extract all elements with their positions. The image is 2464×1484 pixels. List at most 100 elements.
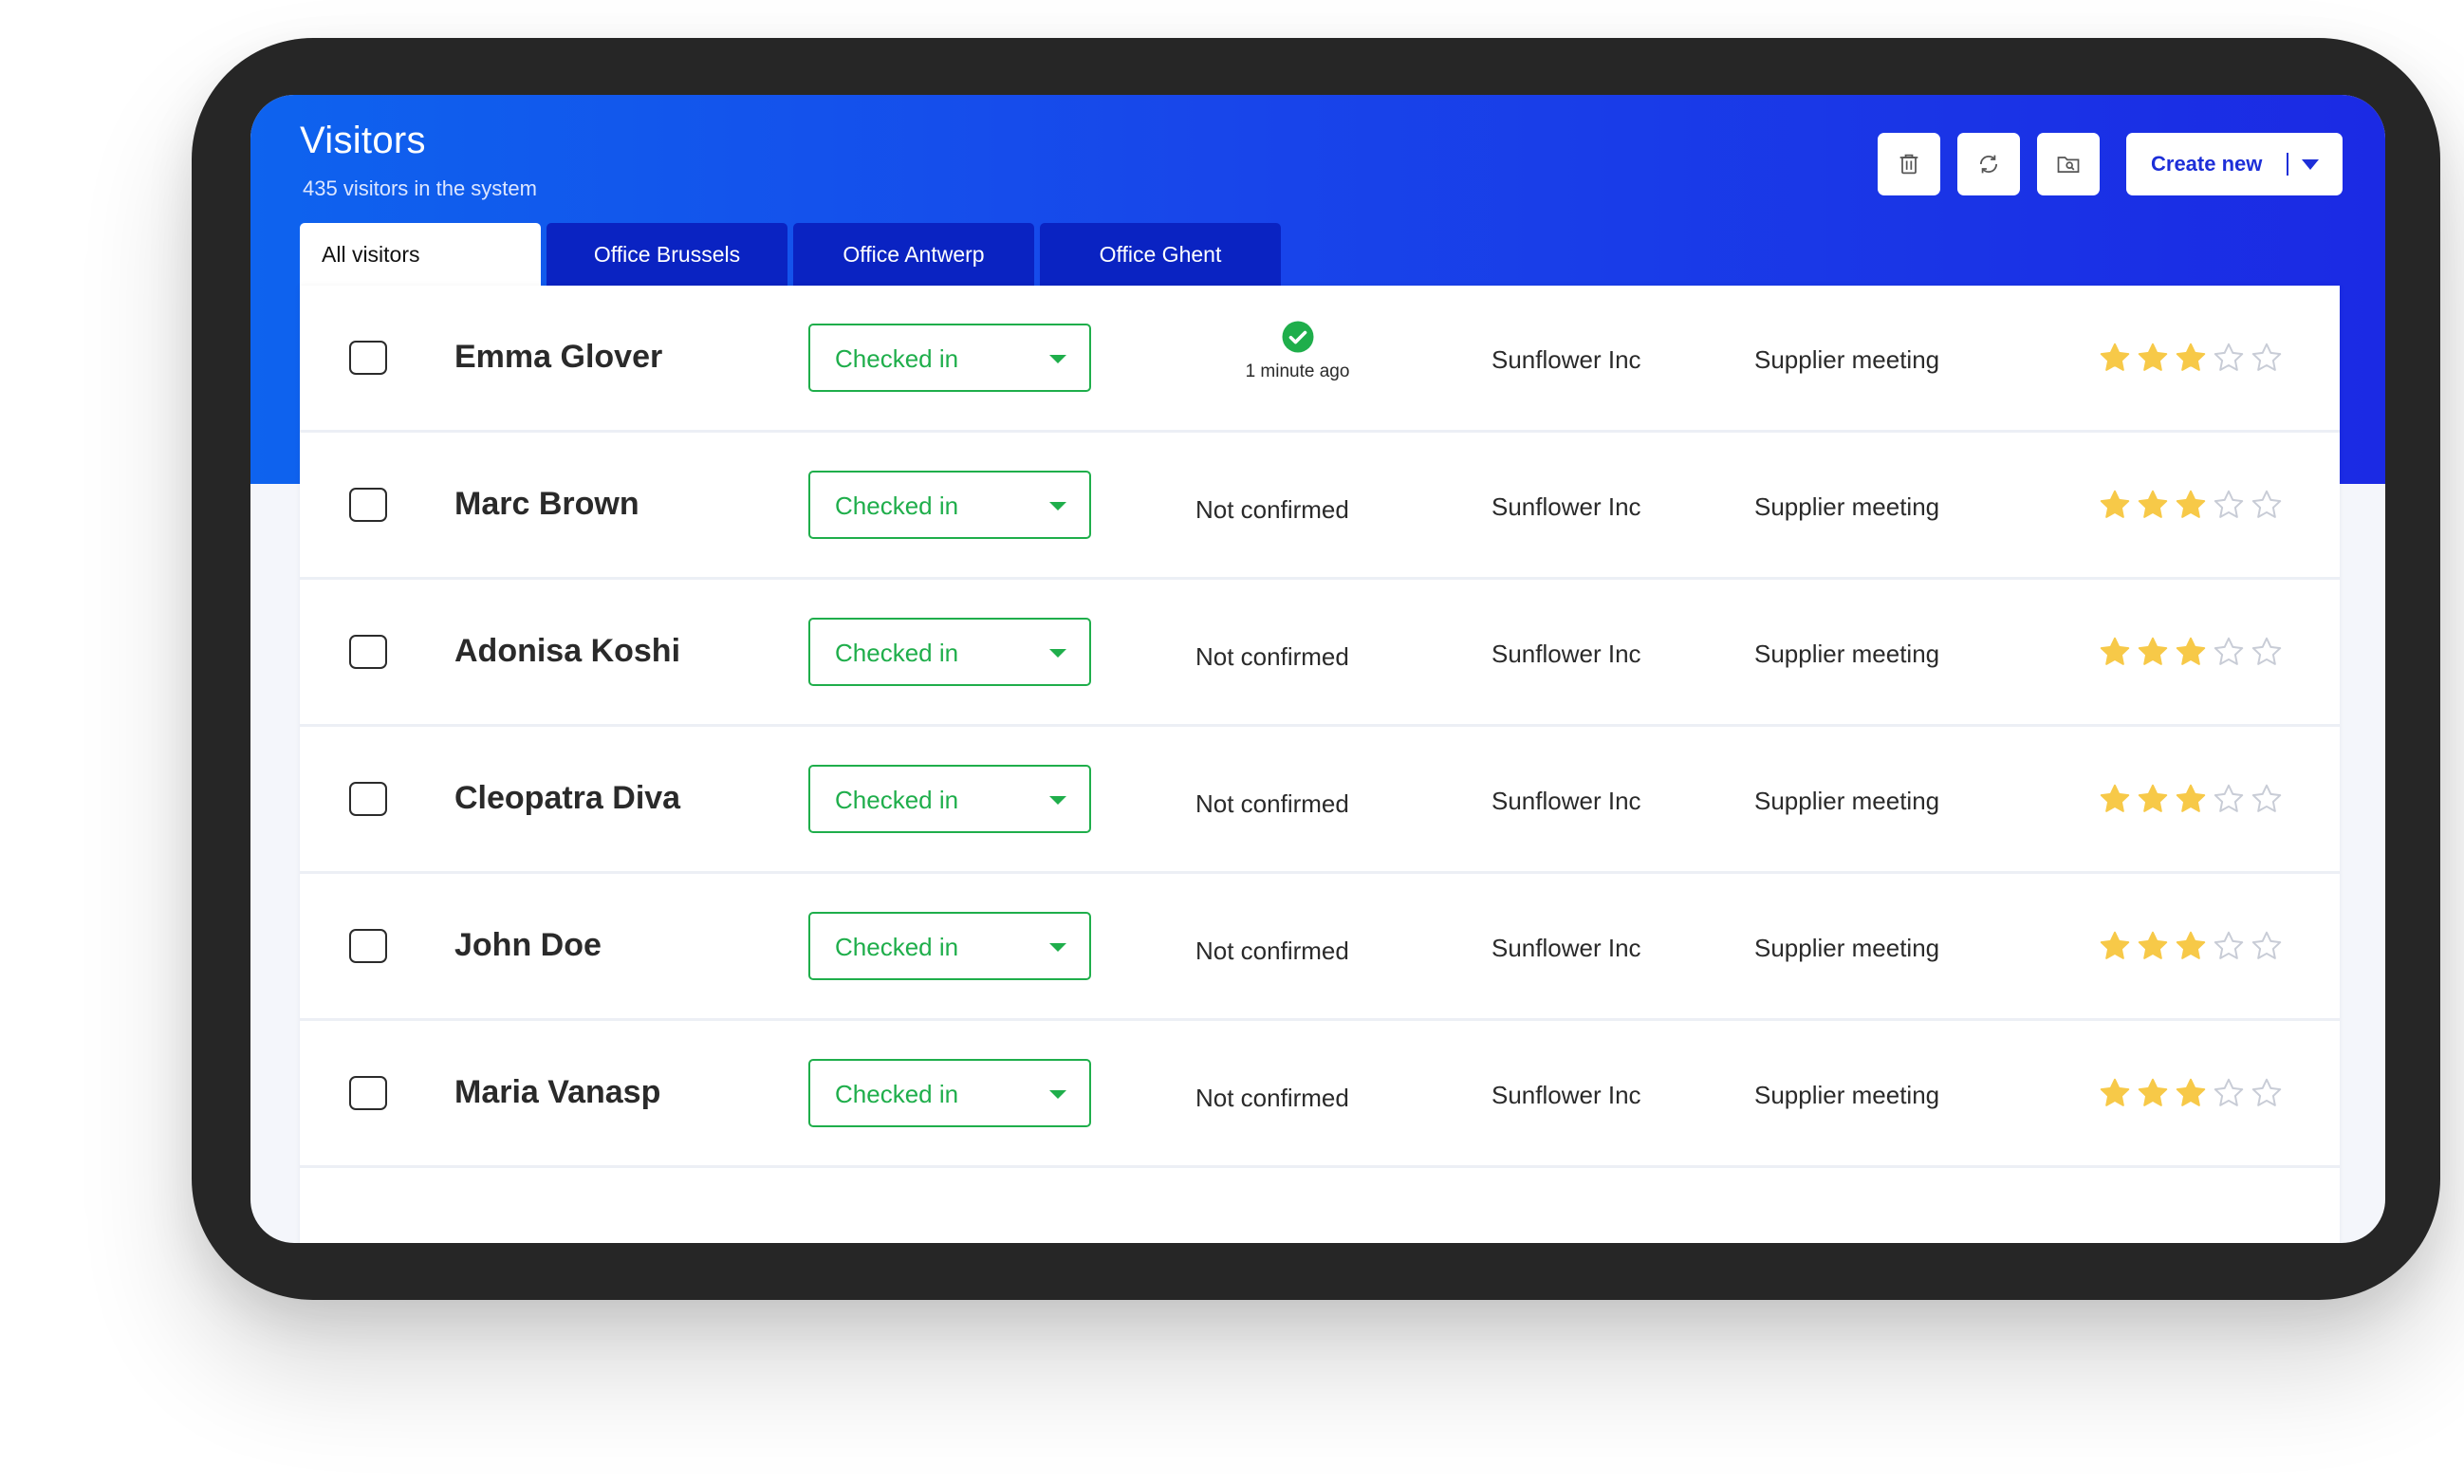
rating-stars[interactable] [2098,635,2288,669]
table-row[interactable]: Adonisa Koshi Checked in Not confirmed Sunf… [300,580,2340,727]
star-filled-icon[interactable] [2174,488,2208,522]
star-empty-icon[interactable] [2212,488,2246,522]
refresh-icon [1979,155,1998,174]
star-empty-icon[interactable] [2212,635,2246,669]
visit-purpose: Supplier meeting [1754,492,1940,521]
visitor-name: Marc Brown [454,486,639,522]
delete-button[interactable] [1878,133,1940,195]
status-dropdown[interactable]: Checked in [808,324,1091,392]
status-dropdown[interactable]: Checked in [808,471,1091,539]
tab-office-ghent[interactable]: Office Ghent [1040,223,1281,286]
refresh-button[interactable] [1957,133,2020,195]
star-filled-icon[interactable] [2136,1076,2170,1110]
star-filled-icon[interactable] [2136,782,2170,816]
star-empty-icon[interactable] [2212,1076,2246,1110]
confirmation-status: Not confirmed [1195,937,1349,965]
chevron-down-icon [1049,502,1066,510]
rating-stars[interactable] [2098,488,2288,522]
status-dropdown[interactable]: Checked in [808,618,1091,686]
rating-stars[interactable] [2098,341,2288,375]
table-row[interactable]: Marc Brown Checked in Not confirmed Sunflow… [300,433,2340,580]
visitor-table: Emma Glover Checked in 1 minute ago Sunflow… [300,286,2340,1243]
star-empty-icon[interactable] [2250,929,2284,963]
star-empty-icon[interactable] [2250,1076,2284,1110]
company-name: Sunflower Inc [1491,492,1641,521]
visit-purpose: Supplier meeting [1754,640,1940,668]
stage: Visitors 435 visitors in the system Crea… [0,0,2464,1484]
chevron-down-icon [1049,796,1066,805]
chevron-down-icon [1049,649,1066,658]
table-row[interactable]: Cleopatra Diva Checked in Not confirmed Sun… [300,727,2340,874]
folder-button[interactable] [2037,133,2100,195]
company-name: Sunflower Inc [1491,640,1641,668]
row-checkbox[interactable] [349,1076,387,1110]
star-filled-icon[interactable] [2098,782,2132,816]
star-empty-icon[interactable] [2250,635,2284,669]
star-filled-icon[interactable] [2174,341,2208,375]
star-empty-icon[interactable] [2212,782,2246,816]
visitor-name: Adonisa Koshi [454,633,681,669]
company-name: Sunflower Inc [1491,787,1641,815]
star-filled-icon[interactable] [2174,929,2208,963]
status-label: Checked in [835,933,959,961]
create-new-label: Create new [2151,152,2263,176]
star-empty-icon[interactable] [2212,929,2246,963]
status-label: Checked in [835,344,959,373]
star-filled-icon[interactable] [2136,488,2170,522]
star-filled-icon[interactable] [2098,1076,2132,1110]
confirmation-status: Not confirmed [1195,642,1349,671]
row-checkbox[interactable] [349,782,387,816]
tab-office-brussels[interactable]: Office Brussels [547,223,787,286]
rating-stars[interactable] [2098,929,2288,963]
star-filled-icon[interactable] [2098,635,2132,669]
star-empty-icon[interactable] [2212,341,2246,375]
chevron-down-icon [1049,943,1066,952]
visit-purpose: Supplier meeting [1754,345,1940,374]
check-circle-icon [1282,321,1314,353]
chevron-down-icon [1049,1090,1066,1099]
company-name: Sunflower Inc [1491,345,1641,374]
status-dropdown[interactable]: Checked in [808,1059,1091,1127]
confirmation-status: Not confirmed [1195,495,1349,524]
star-filled-icon[interactable] [2174,1076,2208,1110]
chevron-down-icon[interactable] [2302,158,2320,170]
row-checkbox[interactable] [349,488,387,522]
company-name: Sunflower Inc [1491,934,1641,962]
star-empty-icon[interactable] [2250,488,2284,522]
tablet-frame: Visitors 435 visitors in the system Crea… [192,38,2440,1300]
status-dropdown[interactable]: Checked in [808,912,1091,980]
status-dropdown[interactable]: Checked in [808,765,1091,833]
star-filled-icon[interactable] [2136,929,2170,963]
page-title: Visitors [300,120,426,161]
table-row[interactable]: Emma Glover Checked in 1 minute ago Sunflow… [300,286,2340,433]
folder-icon [2057,157,2080,174]
status-label: Checked in [835,786,959,814]
star-filled-icon[interactable] [2098,341,2132,375]
rating-stars[interactable] [2098,1076,2288,1110]
visit-purpose: Supplier meeting [1754,934,1940,962]
table-row[interactable]: John Doe Checked in Not confirmed Sunflower… [300,874,2340,1021]
rating-stars[interactable] [2098,782,2288,816]
row-checkbox[interactable] [349,635,387,669]
star-filled-icon[interactable] [2174,782,2208,816]
app-screen: Visitors 435 visitors in the system Crea… [250,95,2385,1243]
row-checkbox[interactable] [349,929,387,963]
create-new-separator [2287,153,2289,176]
star-filled-icon[interactable] [2136,635,2170,669]
visitor-name: Emma Glover [454,339,663,375]
tab-office-antwerp[interactable]: Office Antwerp [793,223,1034,286]
company-name: Sunflower Inc [1491,1081,1641,1109]
visitor-name: Maria Vanasp [454,1074,661,1110]
star-empty-icon[interactable] [2250,341,2284,375]
star-filled-icon[interactable] [2098,929,2132,963]
status-label: Checked in [835,639,959,667]
row-checkbox[interactable] [349,341,387,375]
star-filled-icon[interactable] [2098,488,2132,522]
create-new-button[interactable]: Create new [2126,133,2343,195]
star-empty-icon[interactable] [2250,782,2284,816]
table-row[interactable]: Maria Vanasp Checked in Not confirmed Sunfl… [300,1021,2340,1168]
star-filled-icon[interactable] [2136,341,2170,375]
visit-purpose: Supplier meeting [1754,787,1940,815]
tab-all-visitors[interactable]: All visitors [300,223,541,286]
star-filled-icon[interactable] [2174,635,2208,669]
